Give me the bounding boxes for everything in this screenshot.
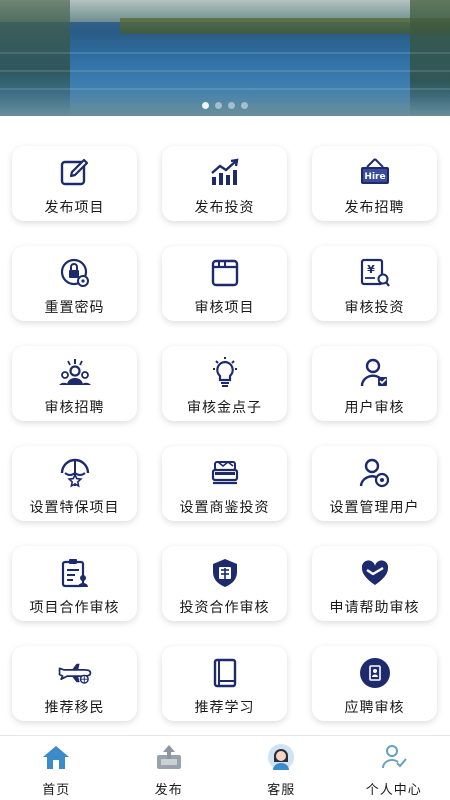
carousel-dot[interactable] [228,102,235,109]
lightbulb-icon [208,356,242,390]
user-check-icon [358,356,392,390]
profile-check-icon [380,743,408,771]
grid-item-recommend-immigration[interactable]: 推荐移民 [12,646,137,721]
banner-carousel[interactable] [0,0,450,116]
grid-item-label: 投资合作审核 [179,600,270,616]
banner-ripple [0,70,450,72]
grid-item-label: 推荐移民 [44,700,105,716]
heart-hand-icon [358,556,392,590]
trend-chart-icon [208,156,242,190]
nav-tab-label: 个人中心 [365,783,422,798]
airplane-icon [58,656,92,690]
grid-item-label: 用户审核 [344,400,405,416]
home-icon [42,743,70,771]
banner-shore [120,18,450,34]
grid-item-project-cooperation-review[interactable]: 项目合作审核 [12,546,137,621]
grid-item-set-admin-user[interactable]: 设置管理用户 [312,446,437,521]
grid-item-label: 推荐学习 [194,700,255,716]
banner-ripple [0,88,450,90]
grid-item-help-request-review[interactable]: 申请帮助审核 [312,546,437,621]
app-screen: 发布项目 发布投资 Hire 发布招聘 重置密码 审核项目 ¥ 审核投资 审核招… [0,0,450,800]
user-gear-icon [358,456,392,490]
grid-item-label: 审核招聘 [44,400,105,416]
nav-tab-profile[interactable]: 个人中心 [338,736,450,800]
grid-item-review-project[interactable]: 审核项目 [162,246,287,321]
grid-item-label: 审核投资 [344,300,405,316]
grid-item-label: 重置密码 [44,300,105,316]
bottom-navigation: 首页 发布 客服 个人中心 [0,735,450,800]
grid-item-label: 设置管理用户 [329,500,420,516]
team-icon [58,356,92,390]
yen-search-icon: ¥ [358,256,392,290]
carousel-dot[interactable] [215,102,222,109]
grid-item-label: 应聘审核 [344,700,405,716]
svg-text:¥: ¥ [367,263,375,276]
grid-item-user-review[interactable]: 用户审核 [312,346,437,421]
grid-item-investment-cooperation-review[interactable]: 投资合作审核 [162,546,287,621]
nav-tab-label: 首页 [42,783,71,798]
grid-item-recommend-study[interactable]: 推荐学习 [162,646,287,721]
star-shield-icon [58,456,92,490]
grid-item-application-review[interactable]: 应聘审核 [312,646,437,721]
resume-badge-icon [358,656,392,690]
lock-gear-icon [58,256,92,290]
shield-seal-icon [208,556,242,590]
nav-tab-home[interactable]: 首页 [0,736,113,800]
upload-tray-icon [155,743,183,771]
banner-tree-left [0,0,70,116]
grid-item-label: 审核金点子 [187,400,262,416]
grid-item-publish-recruitment[interactable]: Hire 发布招聘 [312,146,437,221]
nav-tab-publish[interactable]: 发布 [113,736,226,800]
grid-item-publish-investment[interactable]: 发布投资 [162,146,287,221]
grid-item-label: 项目合作审核 [29,600,120,616]
banner-ripple [0,52,450,54]
grid-item-set-special-project[interactable]: 设置特保项目 [12,446,137,521]
grid-item-label: 审核项目 [194,300,255,316]
document-stack-icon [208,256,242,290]
carousel-indicator [0,102,450,109]
book-icon [208,656,242,690]
support-agent-icon [267,743,295,771]
svg-text:Hire: Hire [364,172,385,182]
grid-item-label: 发布招聘 [344,200,405,216]
grid-item-reset-password[interactable]: 重置密码 [12,246,137,321]
grid-item-label: 发布投资 [194,200,255,216]
nav-tab-customer-service[interactable]: 客服 [225,736,338,800]
hire-sign-icon: Hire [358,156,392,190]
edit-icon [58,156,92,190]
nav-tab-label: 客服 [267,783,296,798]
grid-item-review-golden-idea[interactable]: 审核金点子 [162,346,287,421]
clipboard-user-icon [58,556,92,590]
grid-item-label: 设置商鉴投资 [179,500,270,516]
grid-item-review-investment[interactable]: ¥ 审核投资 [312,246,437,321]
grid-item-label: 申请帮助审核 [329,600,420,616]
carousel-dot[interactable] [202,102,209,109]
nav-tab-label: 发布 [154,783,183,798]
grid-item-publish-project[interactable]: 发布项目 [12,146,137,221]
grid-item-label: 发布项目 [44,200,105,216]
banner-tree-right [410,0,450,116]
grid-item-label: 设置特保项目 [29,500,120,516]
function-grid: 发布项目 发布投资 Hire 发布招聘 重置密码 审核项目 ¥ 审核投资 审核招… [12,146,438,721]
grid-item-set-business-investment[interactable]: 设置商鉴投资 [162,446,287,521]
grid-item-review-recruitment[interactable]: 审核招聘 [12,346,137,421]
carousel-dot[interactable] [241,102,248,109]
cash-stack-icon [208,456,242,490]
